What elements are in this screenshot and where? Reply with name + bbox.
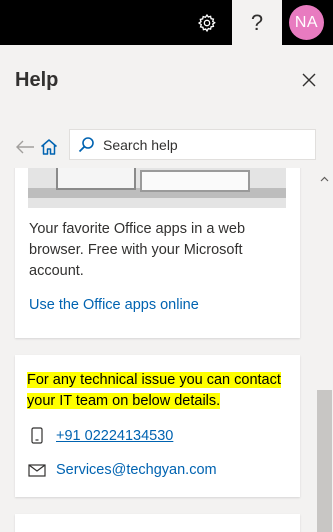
panel-title: Help [15, 69, 59, 91]
next-card [15, 514, 300, 532]
support-card: For any technical issue you can contact … [15, 355, 300, 497]
close-button[interactable] [298, 69, 320, 91]
scrollbar[interactable] [316, 168, 333, 532]
scrollbar-thumb[interactable] [317, 390, 332, 532]
office-apps-description: Your favorite Office apps in a web brows… [29, 221, 246, 279]
help-content[interactable]: Your favorite Office apps in a web brows… [0, 168, 333, 532]
avatar[interactable]: NA [289, 5, 324, 40]
support-note: For any technical issue you can contact … [27, 370, 289, 412]
home-icon [41, 139, 57, 155]
scroll-up-button[interactable] [316, 170, 333, 187]
support-note-text: For any technical issue you can contact … [27, 372, 281, 409]
question-mark-icon: ? [250, 9, 264, 35]
back-button[interactable] [14, 137, 36, 157]
search-box[interactable] [69, 129, 316, 160]
office-apps-link[interactable]: Use the Office apps online [29, 297, 199, 313]
search-icon [78, 136, 100, 153]
home-button[interactable] [38, 136, 60, 158]
mail-icon [28, 463, 46, 477]
settings-button[interactable] [188, 0, 226, 45]
chevron-up-icon [320, 176, 329, 181]
search-input[interactable] [100, 136, 303, 153]
phone-link[interactable]: +91 02224134530 [56, 428, 173, 444]
phone-row: +91 02224134530 [28, 427, 173, 444]
email-link[interactable]: Services@techgyan.com [56, 462, 217, 478]
office-apps-image [28, 168, 286, 208]
email-row: Services@techgyan.com [28, 462, 217, 478]
top-bar: ? NA [0, 0, 333, 45]
avatar-initials: NA [294, 13, 319, 31]
office-apps-card: Your favorite Office apps in a web brows… [15, 168, 300, 338]
arrow-left-icon [16, 140, 34, 154]
help-button[interactable]: ? [232, 0, 282, 45]
gear-icon [197, 13, 216, 32]
phone-icon [28, 427, 46, 444]
close-icon [302, 73, 316, 87]
